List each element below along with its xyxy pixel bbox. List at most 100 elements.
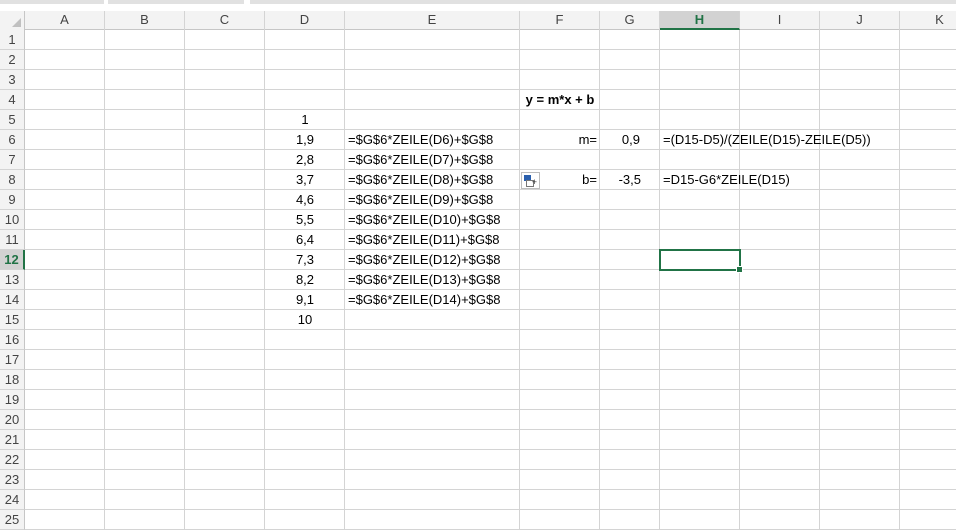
grid-cell[interactable] bbox=[740, 150, 820, 170]
grid-cell[interactable] bbox=[600, 290, 660, 310]
row-header-3[interactable]: 3 bbox=[0, 70, 25, 90]
paste-options-icon[interactable]: + bbox=[521, 172, 540, 189]
grid-cell[interactable] bbox=[105, 130, 185, 150]
grid-cell[interactable] bbox=[740, 290, 820, 310]
grid-cell[interactable] bbox=[900, 470, 956, 490]
grid-cell[interactable] bbox=[660, 430, 740, 450]
grid-cell[interactable] bbox=[185, 50, 265, 70]
row-header-11[interactable]: 11 bbox=[0, 230, 25, 250]
grid-cell[interactable] bbox=[600, 510, 660, 530]
grid-cell[interactable] bbox=[25, 50, 105, 70]
row-header-5[interactable]: 5 bbox=[0, 110, 25, 130]
row-header-22[interactable]: 22 bbox=[0, 450, 25, 470]
grid-cell[interactable] bbox=[265, 490, 345, 510]
column-header-C[interactable]: C bbox=[185, 11, 265, 30]
grid-cell[interactable] bbox=[185, 210, 265, 230]
grid-cell[interactable] bbox=[660, 30, 740, 50]
grid-cell[interactable] bbox=[25, 210, 105, 230]
grid-cell[interactable] bbox=[105, 370, 185, 390]
grid-cell[interactable] bbox=[660, 70, 740, 90]
grid-cell[interactable] bbox=[900, 510, 956, 530]
grid-cell[interactable] bbox=[520, 250, 600, 270]
grid-cell[interactable] bbox=[185, 450, 265, 470]
grid-cell[interactable] bbox=[105, 490, 185, 510]
grid-cell[interactable] bbox=[105, 470, 185, 490]
grid-cell[interactable] bbox=[740, 90, 820, 110]
grid-cell[interactable] bbox=[520, 150, 600, 170]
column-header-B[interactable]: B bbox=[105, 11, 185, 30]
cell-E6[interactable]: =$G$6*ZEILE(D6)+$G$8 bbox=[348, 130, 493, 150]
grid-cell[interactable] bbox=[900, 150, 956, 170]
grid-cell[interactable] bbox=[105, 210, 185, 230]
grid-cell[interactable] bbox=[185, 190, 265, 210]
grid-cell[interactable] bbox=[185, 170, 265, 190]
grid-cell[interactable] bbox=[660, 310, 740, 330]
grid-cell[interactable] bbox=[900, 70, 956, 90]
grid-cell[interactable] bbox=[820, 470, 900, 490]
grid-cell[interactable] bbox=[345, 370, 520, 390]
grid-cell[interactable] bbox=[820, 210, 900, 230]
grid-cell[interactable] bbox=[740, 490, 820, 510]
grid-cell[interactable] bbox=[345, 410, 520, 430]
grid-cell[interactable] bbox=[740, 450, 820, 470]
cell-D11[interactable]: 6,4 bbox=[265, 230, 345, 250]
grid-cell[interactable] bbox=[900, 210, 956, 230]
grid-cell[interactable] bbox=[820, 290, 900, 310]
grid-cell[interactable] bbox=[660, 270, 740, 290]
row-header-10[interactable]: 10 bbox=[0, 210, 25, 230]
row-header-6[interactable]: 6 bbox=[0, 130, 25, 150]
grid-cell[interactable] bbox=[740, 350, 820, 370]
cell-F6[interactable]: m= bbox=[520, 130, 597, 150]
grid-cell[interactable] bbox=[185, 470, 265, 490]
grid-cell[interactable] bbox=[345, 330, 520, 350]
grid-cell[interactable] bbox=[25, 230, 105, 250]
grid-cell[interactable] bbox=[345, 310, 520, 330]
grid-cell[interactable] bbox=[25, 450, 105, 470]
row-header-24[interactable]: 24 bbox=[0, 490, 25, 510]
grid-cell[interactable] bbox=[105, 510, 185, 530]
row-header-2[interactable]: 2 bbox=[0, 50, 25, 70]
grid-cell[interactable] bbox=[105, 250, 185, 270]
grid-cell[interactable] bbox=[105, 430, 185, 450]
column-header-G[interactable]: G bbox=[600, 11, 660, 30]
grid-cell[interactable] bbox=[820, 430, 900, 450]
grid-cell[interactable] bbox=[25, 430, 105, 450]
grid-cell[interactable] bbox=[265, 450, 345, 470]
cell-E10[interactable]: =$G$6*ZEILE(D10)+$G$8 bbox=[348, 210, 500, 230]
grid-cell[interactable] bbox=[820, 250, 900, 270]
grid-cell[interactable] bbox=[105, 310, 185, 330]
grid-cell[interactable] bbox=[345, 30, 520, 50]
grid-cell[interactable] bbox=[265, 30, 345, 50]
row-header-15[interactable]: 15 bbox=[0, 310, 25, 330]
grid-cell[interactable] bbox=[520, 110, 600, 130]
grid-cell[interactable] bbox=[660, 510, 740, 530]
grid-cell[interactable] bbox=[25, 30, 105, 50]
grid-cell[interactable] bbox=[740, 370, 820, 390]
grid-cell[interactable] bbox=[520, 470, 600, 490]
grid-cell[interactable] bbox=[600, 30, 660, 50]
grid-cell[interactable] bbox=[660, 450, 740, 470]
column-header-K[interactable]: K bbox=[900, 11, 956, 30]
grid-cell[interactable] bbox=[660, 490, 740, 510]
cell-D10[interactable]: 5,5 bbox=[265, 210, 345, 230]
grid-cell[interactable] bbox=[900, 250, 956, 270]
grid-cell[interactable] bbox=[600, 310, 660, 330]
grid-cell[interactable] bbox=[600, 330, 660, 350]
grid-cell[interactable] bbox=[740, 70, 820, 90]
row-header-4[interactable]: 4 bbox=[0, 90, 25, 110]
grid-cell[interactable] bbox=[265, 470, 345, 490]
grid-cell[interactable] bbox=[105, 290, 185, 310]
grid-cell[interactable] bbox=[740, 310, 820, 330]
grid-cell[interactable] bbox=[740, 210, 820, 230]
cell-E13[interactable]: =$G$6*ZEILE(D13)+$G$8 bbox=[348, 270, 500, 290]
grid-cell[interactable] bbox=[105, 230, 185, 250]
row-header-7[interactable]: 7 bbox=[0, 150, 25, 170]
cell-D12[interactable]: 7,3 bbox=[265, 250, 345, 270]
grid-cell[interactable] bbox=[740, 250, 820, 270]
fill-handle[interactable] bbox=[736, 266, 743, 273]
grid-cell[interactable] bbox=[820, 190, 900, 210]
column-header-F[interactable]: F bbox=[520, 11, 600, 30]
grid-cell[interactable] bbox=[105, 410, 185, 430]
grid-cell[interactable] bbox=[520, 490, 600, 510]
grid-cell[interactable] bbox=[900, 130, 956, 150]
